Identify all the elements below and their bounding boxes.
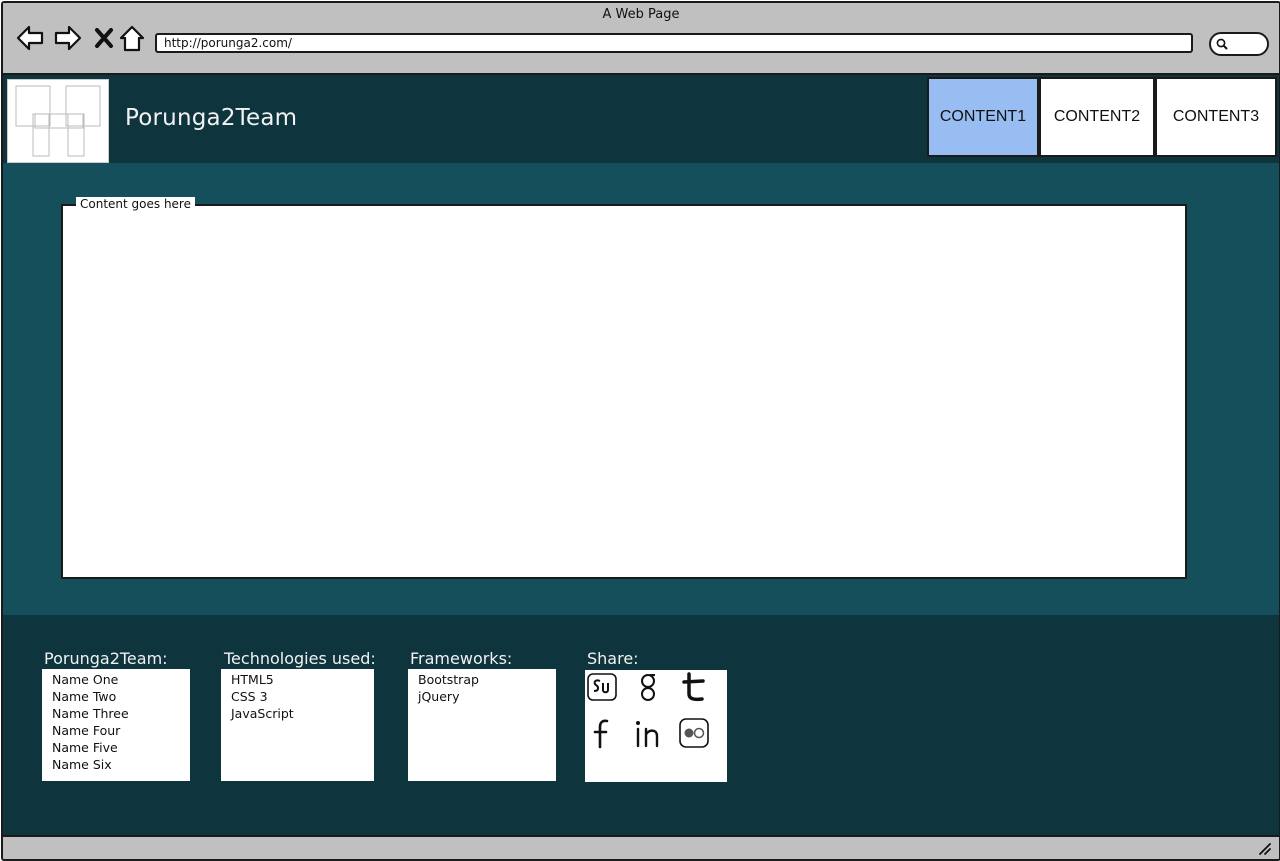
framework-item: jQuery: [418, 689, 460, 704]
resize-grip-icon[interactable]: [1257, 841, 1273, 857]
team-member: Name One: [52, 672, 119, 687]
logo-image: [7, 79, 109, 163]
site-header: Porunga2Team CONTENT1 CONTENT2 CONTENT3: [3, 75, 1279, 163]
team-list: Name One Name Two Name Three Name Four N…: [42, 669, 190, 781]
forward-arrow-icon[interactable]: [53, 23, 83, 53]
share-heading: Share:: [587, 649, 639, 668]
team-heading: Porunga2Team:: [44, 649, 168, 668]
tab-content3[interactable]: CONTENT3: [1155, 77, 1277, 157]
google-icon[interactable]: [631, 670, 665, 704]
browser-toolbar: A Web Page http://porunga2.com/: [3, 3, 1279, 75]
technology-item: HTML5: [231, 672, 274, 687]
tab-content2[interactable]: CONTENT2: [1039, 77, 1155, 157]
stumbleupon-icon[interactable]: [585, 670, 619, 704]
content-panel-label: Content goes here: [76, 197, 195, 211]
linkedin-icon[interactable]: [631, 716, 665, 750]
frameworks-heading: Frameworks:: [410, 649, 513, 668]
browser-window: A Web Page http://porunga2.com/ Porunga2…: [1, 1, 1280, 861]
team-member: Name Five: [52, 740, 118, 755]
url-text: http://porunga2.com/: [164, 36, 292, 50]
technologies-list: HTML5 CSS 3 JavaScript: [221, 669, 374, 781]
status-bar: [3, 835, 1279, 859]
tab-content1[interactable]: CONTENT1: [927, 77, 1039, 157]
team-member: Name Two: [52, 689, 117, 704]
site-title[interactable]: Porunga2Team: [125, 105, 297, 131]
team-member: Name Six: [52, 757, 112, 772]
window-title: A Web Page: [602, 7, 680, 22]
address-bar[interactable]: http://porunga2.com/: [155, 33, 1193, 53]
main-area: Content goes here: [3, 163, 1279, 615]
facebook-icon[interactable]: [585, 716, 619, 750]
home-icon[interactable]: [117, 23, 147, 53]
content-panel: Content goes here: [61, 197, 1187, 579]
share-icons: [585, 670, 727, 782]
browser-search-field[interactable]: [1209, 32, 1269, 56]
close-icon[interactable]: [89, 23, 119, 53]
tab-content1-label: CONTENT1: [939, 108, 1027, 125]
technology-item: CSS 3: [231, 689, 268, 704]
framework-item: Bootstrap: [418, 672, 479, 687]
site-footer: Porunga2Team: Name One Name Two Name Thr…: [3, 615, 1279, 835]
team-member: Name Three: [52, 706, 129, 721]
search-icon: [1216, 38, 1228, 50]
technologies-heading: Technologies used:: [224, 649, 376, 668]
twitter-icon[interactable]: [677, 670, 711, 704]
flickr-icon[interactable]: [677, 716, 711, 750]
back-arrow-icon[interactable]: [15, 23, 45, 53]
tab-content2-label: CONTENT2: [1053, 108, 1141, 125]
frameworks-list: Bootstrap jQuery: [408, 669, 556, 781]
technology-item: JavaScript: [231, 706, 294, 721]
team-member: Name Four: [52, 723, 121, 738]
tab-content3-label: CONTENT3: [1172, 108, 1260, 125]
